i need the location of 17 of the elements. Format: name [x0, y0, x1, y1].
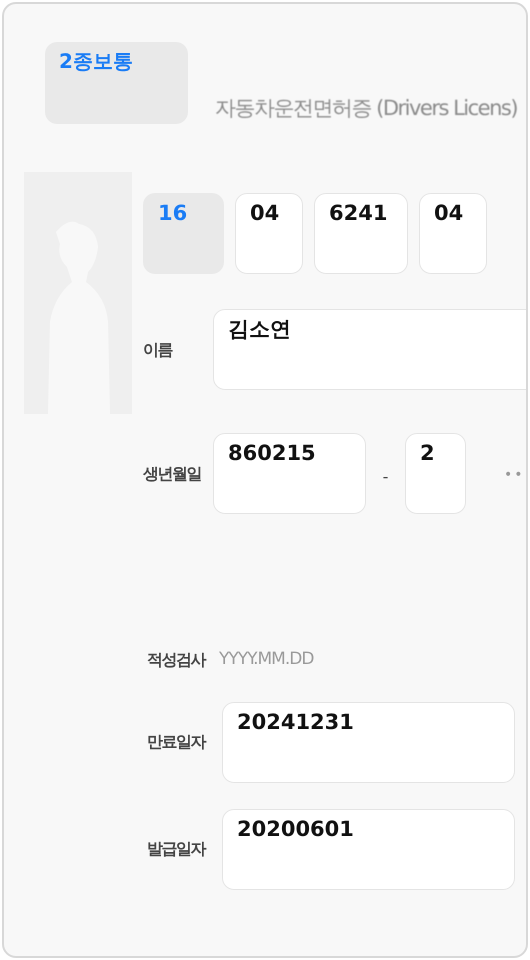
- license-number-field[interactable]: 04: [419, 193, 487, 274]
- aptitude-test-label: 적성검사: [147, 648, 206, 671]
- name-field[interactable]: 김소연: [213, 309, 526, 390]
- date-field[interactable]: 20241231: [222, 702, 515, 782]
- date-field[interactable]: 20200601: [222, 808, 515, 890]
- license-number-field[interactable]: 04: [235, 193, 303, 274]
- id-digit-field[interactable]: 2: [405, 433, 466, 514]
- license-number-field[interactable]: 6241: [314, 193, 408, 274]
- birth-date-label: 생년월일: [143, 462, 202, 484]
- date-label: 발급일자: [147, 838, 206, 860]
- date-label: 만료일자: [147, 731, 206, 753]
- masked-digits: ••: [504, 466, 525, 485]
- birth-date-field[interactable]: 860215: [213, 433, 366, 514]
- name-label: 이름: [143, 338, 174, 360]
- aptitude-date-field[interactable]: YYYY.MM.DD: [219, 647, 369, 672]
- card-title: 자동차운전면허증 (Drivers Licens): [215, 94, 518, 122]
- separator-text: -: [382, 466, 390, 488]
